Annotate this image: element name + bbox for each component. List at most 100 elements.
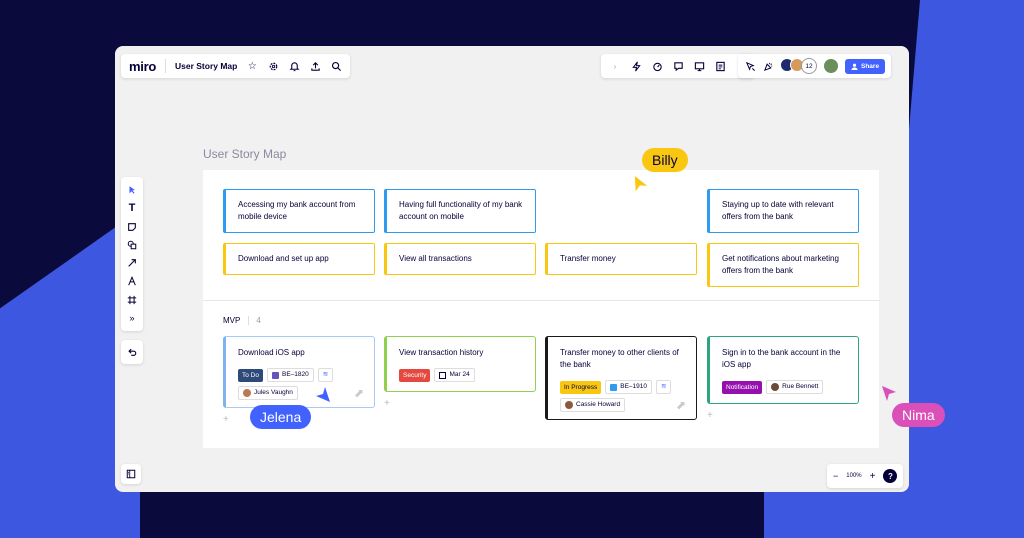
shapes-icon[interactable]	[126, 239, 138, 251]
epic-card[interactable]: Having full functionality of my bank acc…	[384, 189, 536, 233]
billy-cursor-label: Billy	[642, 148, 688, 172]
zoom-level[interactable]: 100%	[846, 473, 861, 479]
nima-cursor-label: Nima	[892, 403, 945, 427]
priority-chip[interactable]: ≋	[317, 368, 334, 382]
avatar	[565, 401, 573, 409]
epic-card[interactable]: Accessing my bank account from mobile de…	[223, 189, 375, 233]
card-title: Download iOS app	[238, 348, 305, 357]
task-text: View all transactions	[399, 254, 472, 263]
task-card[interactable]: View all transactions	[384, 243, 536, 275]
sidebar-toggle[interactable]	[121, 464, 141, 484]
undo-panel	[121, 340, 143, 364]
user-icon	[851, 63, 858, 70]
card-title: Transfer money to other clients of the b…	[560, 348, 679, 369]
swimlane-divider	[203, 300, 879, 301]
jelena-cursor-label: Jelena	[250, 405, 312, 429]
ticket-id: BE–1820	[281, 371, 309, 378]
jira-logo-icon: ⬈	[675, 398, 686, 412]
collaboration-panel: 12 Share	[738, 54, 892, 78]
miro-logo[interactable]: miro	[129, 59, 156, 74]
share-button[interactable]: Share	[845, 58, 886, 74]
lightning-icon[interactable]	[630, 60, 642, 72]
cursor-follow-icon[interactable]	[744, 60, 756, 72]
select-tool-icon[interactable]	[126, 184, 138, 196]
jelena-cursor-icon	[316, 387, 330, 402]
board-title[interactable]: User Story Map	[175, 61, 237, 71]
top-tools-panel: › »	[601, 54, 755, 78]
avatar	[771, 383, 780, 391]
story-card[interactable]: View transaction history Security Mar 24	[384, 336, 536, 392]
arrow-tool-icon[interactable]	[126, 257, 138, 269]
ticket-chip[interactable]: BE–1820	[266, 368, 314, 382]
due-date: Mar 24	[449, 371, 470, 378]
share-label: Share	[861, 62, 880, 70]
assignee-chip[interactable]: Jules Vaughn	[238, 386, 298, 400]
creation-toolbar: T »	[121, 177, 143, 331]
epic-card[interactable]: Staying up to date with relevant offers …	[707, 189, 859, 233]
priority-chip[interactable]: ≋	[656, 380, 672, 394]
calendar-icon	[439, 371, 447, 379]
epic-text: Staying up to date with relevant offers …	[722, 200, 834, 221]
timer-icon[interactable]	[651, 60, 663, 72]
current-user-avatar[interactable]	[823, 58, 839, 74]
add-card-button[interactable]: +	[384, 398, 390, 409]
status-tag[interactable]: To Do	[238, 368, 263, 382]
help-button[interactable]: ?	[883, 469, 898, 483]
chevron-right-icon[interactable]: ›	[609, 60, 621, 72]
ticket-id: BE–1910	[620, 383, 647, 390]
assignee-name: Cassie Howard	[576, 401, 621, 408]
epic-text: Having full functionality of my bank acc…	[399, 200, 523, 221]
pen-tool-icon[interactable]	[126, 275, 138, 287]
jira-logo-icon: ⬈	[353, 386, 364, 400]
story-card[interactable]: Sign in to the bank account in the iOS a…	[707, 336, 859, 404]
settings-icon[interactable]	[267, 60, 279, 72]
nima-cursor-icon	[882, 386, 896, 401]
status-tag[interactable]: In Progress	[560, 380, 602, 394]
card-title: Sign in to the bank account in the iOS a…	[722, 348, 841, 369]
avatar-group[interactable]: 12	[780, 58, 817, 74]
celebrate-icon[interactable]	[762, 60, 774, 72]
story-map-title: User Story Map	[203, 147, 287, 161]
epic-text: Accessing my bank account from mobile de…	[238, 200, 356, 221]
star-icon[interactable]: ☆	[246, 60, 258, 72]
avatar	[243, 389, 251, 397]
frame-tool-icon[interactable]	[126, 294, 138, 306]
story-card[interactable]: Transfer money to other clients of the b…	[545, 336, 697, 420]
sticky-note-icon[interactable]	[126, 221, 138, 233]
mvp-lane-label: MVP 4	[223, 316, 261, 325]
billy-cursor-icon	[634, 176, 648, 192]
task-text: Download and set up app	[238, 254, 329, 263]
add-card-button[interactable]: +	[707, 410, 713, 421]
assignee-chip[interactable]: Cassie Howard	[560, 398, 626, 412]
task-text: Transfer money	[560, 254, 616, 263]
collaborator-count-badge[interactable]: 12	[801, 58, 817, 74]
ticket-chip[interactable]: BE–1910	[605, 380, 652, 394]
task-card[interactable]: Download and set up app	[223, 243, 375, 275]
search-icon[interactable]	[330, 60, 342, 72]
upload-icon[interactable]	[309, 60, 321, 72]
zoom-out-button[interactable]: −	[833, 471, 838, 481]
checkbox-icon	[610, 383, 618, 391]
add-card-button[interactable]: +	[223, 414, 229, 425]
bell-icon[interactable]	[288, 60, 300, 72]
more-tools-icon[interactable]: »	[126, 312, 138, 324]
task-card[interactable]: Transfer money	[545, 243, 697, 275]
zoom-in-button[interactable]: +	[870, 471, 876, 482]
sidebar-icon	[125, 468, 137, 480]
text-tool-icon[interactable]: T	[126, 202, 138, 214]
task-text: Get notifications about marketing offers…	[722, 254, 839, 275]
present-icon[interactable]	[693, 60, 705, 72]
comment-icon[interactable]	[672, 60, 684, 72]
date-chip[interactable]: Mar 24	[434, 368, 475, 382]
story-card[interactable]: Download iOS app To Do BE–1820 ≋ Jules V…	[223, 336, 375, 408]
undo-icon[interactable]	[126, 346, 138, 358]
card-title: View transaction history	[399, 348, 484, 357]
divider	[164, 59, 166, 73]
assignee-chip[interactable]: Rue Bennett	[766, 380, 824, 394]
notes-icon[interactable]	[714, 60, 726, 72]
task-card[interactable]: Get notifications about marketing offers…	[707, 243, 859, 287]
status-tag[interactable]: Security	[399, 368, 431, 382]
miro-window: miro User Story Map ☆ › 12 Share T » − 1…	[115, 46, 909, 492]
mvp-count: 4	[248, 316, 261, 325]
status-tag[interactable]: Notification	[722, 380, 763, 394]
